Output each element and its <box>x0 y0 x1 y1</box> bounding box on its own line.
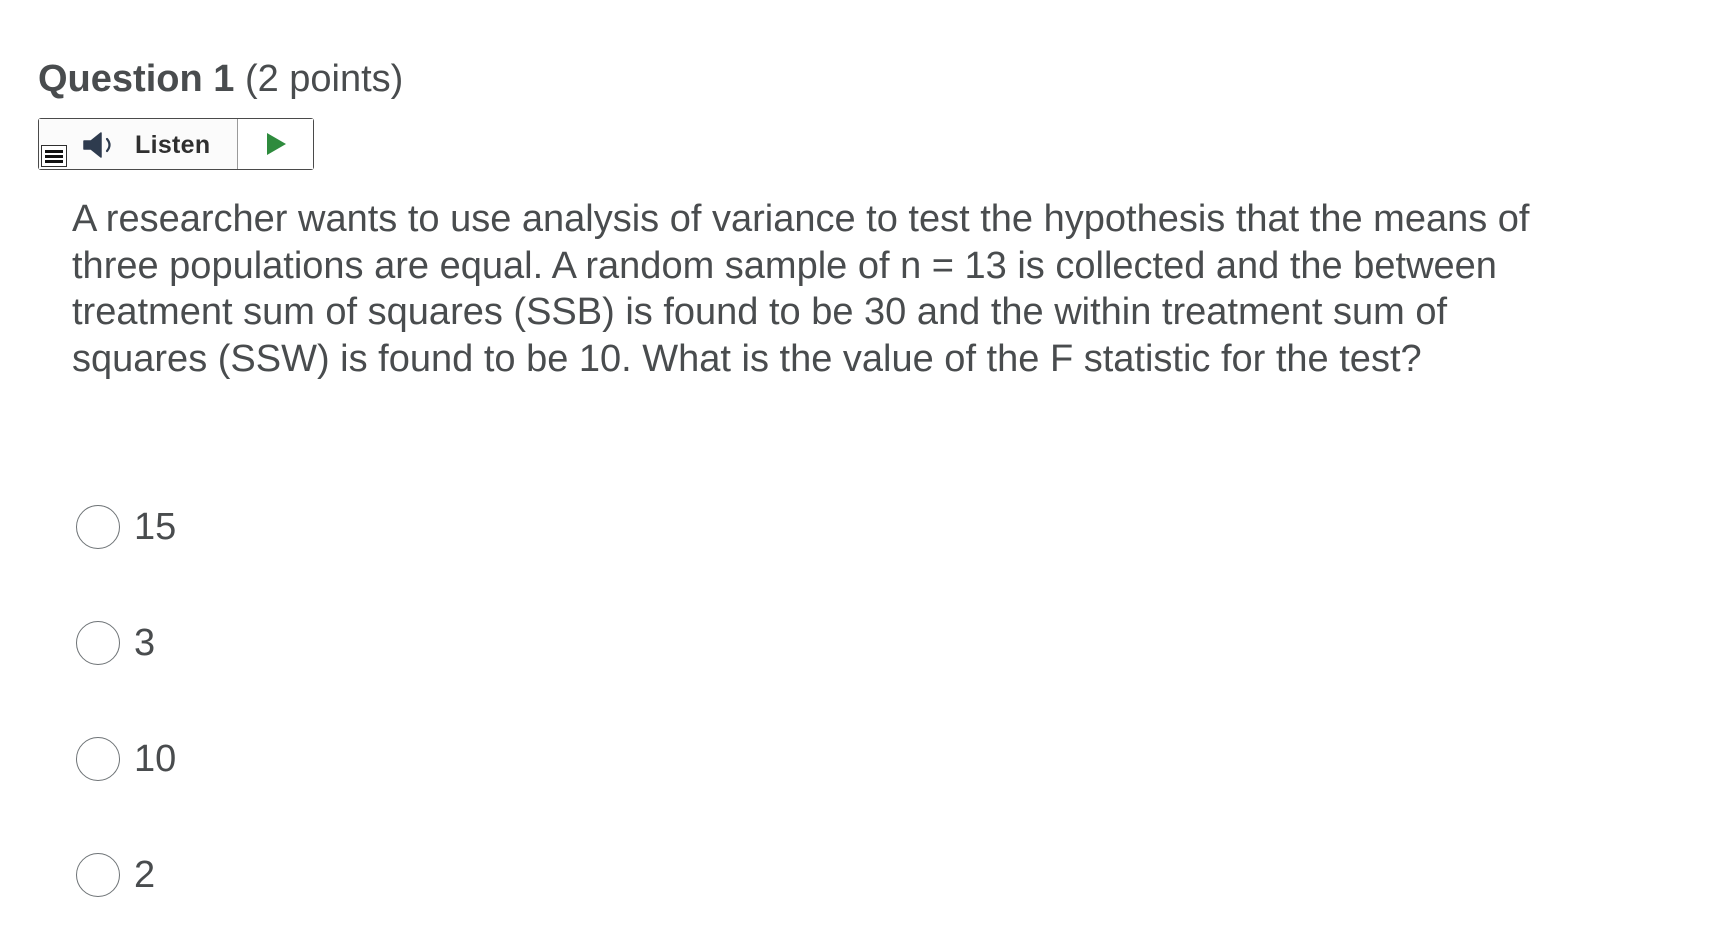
radio-button[interactable] <box>76 621 120 665</box>
radio-button[interactable] <box>76 853 120 897</box>
question-title: Question 1 <box>38 58 235 100</box>
speaker-icon <box>83 132 111 158</box>
radio-button[interactable] <box>76 737 120 781</box>
play-button[interactable] <box>238 119 313 169</box>
listen-label: Listen <box>135 131 211 159</box>
answer-label: 2 <box>134 853 156 896</box>
listen-button[interactable]: Listen <box>39 119 238 169</box>
question-header: Question 1 (2 points) <box>38 54 403 104</box>
answer-option-4[interactable]: 2 <box>76 850 155 900</box>
answer-label: 3 <box>134 621 156 664</box>
question-text: A researcher wants to use analysis of va… <box>72 198 1530 380</box>
answer-label: 10 <box>134 737 177 780</box>
answer-option-2[interactable]: 3 <box>76 618 155 668</box>
answer-label: 15 <box>134 505 177 548</box>
answer-option-1[interactable]: 15 <box>76 502 176 552</box>
play-icon <box>266 133 286 155</box>
radio-button[interactable] <box>76 505 120 549</box>
answer-option-3[interactable]: 10 <box>76 734 176 784</box>
question-points: (2 points) <box>244 58 404 100</box>
menu-icon[interactable] <box>41 145 67 167</box>
quiz-page: Question 1 (2 points) Listen A researche… <box>0 0 1720 948</box>
listen-toolbar: Listen <box>38 118 314 170</box>
